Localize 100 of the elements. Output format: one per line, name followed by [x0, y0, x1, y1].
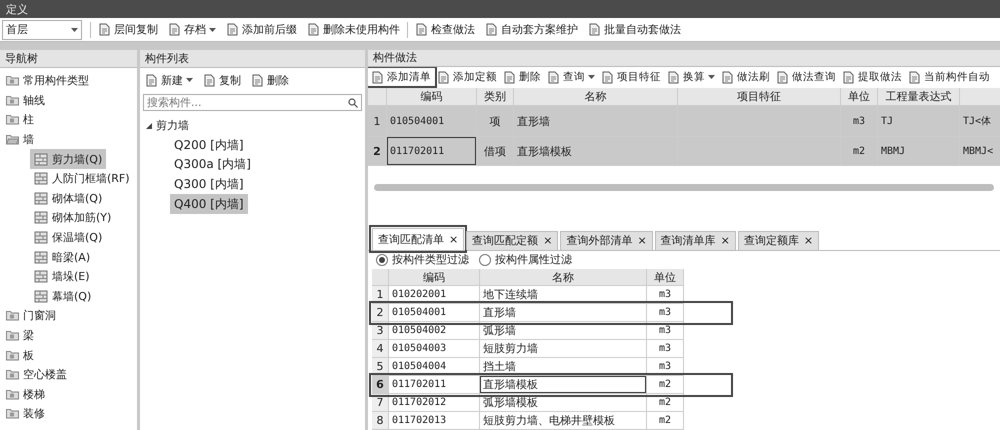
column-header: 工程量表达式 [878, 88, 960, 106]
tab[interactable]: 查询外部清单 × [560, 230, 653, 250]
tree-item[interactable]: Q400 [内墙] [170, 194, 248, 214]
document-icon [145, 74, 158, 86]
toolbar-button[interactable]: 添加定额 [434, 69, 500, 86]
tree-item[interactable]: 常用构件类型 [2, 71, 93, 91]
tree-item[interactable]: 装修 [2, 404, 49, 424]
table-cell: m3 [647, 286, 684, 304]
toolbar-button[interactable]: 项目特征 [598, 69, 664, 86]
tree-item[interactable]: Q200 [内墙] [170, 136, 248, 156]
radio-button[interactable]: 按构件类型过滤 [376, 252, 469, 268]
toolbar-button[interactable]: 删除未使用构件 [302, 21, 405, 38]
table-cell: m2 [647, 412, 684, 430]
toolbar-button[interactable]: 提取做法 [839, 69, 905, 86]
tree-item[interactable]: 板 [2, 345, 38, 365]
tree-item[interactable]: 门窗洞 [2, 306, 60, 326]
table-cell: 挡土墙 [480, 358, 647, 376]
tree-item[interactable]: 人防门框墙(RF) [30, 168, 134, 189]
panel-title: 构件做法 [368, 50, 1000, 67]
tree-item[interactable]: 剪力墙 [142, 116, 193, 136]
close-icon[interactable]: × [449, 232, 458, 246]
tree-item[interactable]: 墙垛(E) [30, 266, 94, 287]
tree-item[interactable]: 砌体加筋(Y) [30, 208, 116, 228]
toolbar-button[interactable]: 层间复制 [93, 21, 163, 38]
folder-icon [6, 388, 19, 400]
tree-item[interactable]: 砌体墙(Q) [30, 188, 106, 208]
toolbar-button[interactable]: 新建 [140, 72, 198, 88]
table-cell: 直形墙 [480, 304, 647, 322]
document-icon [503, 70, 516, 84]
close-icon[interactable]: × [720, 234, 730, 247]
folder-icon [6, 134, 19, 146]
table-cell: 弧形墙模板 [480, 394, 647, 412]
tree-item[interactable]: 暗梁(A) [30, 247, 94, 267]
document-icon [588, 23, 601, 36]
wall-icon [34, 231, 48, 244]
tree-item[interactable]: 轴线 [2, 90, 49, 110]
document-icon [371, 70, 384, 84]
toolbar-button[interactable]: 复制 [198, 72, 246, 88]
folder-icon [6, 369, 19, 380]
toolbar-button[interactable]: 批量自动套做法 [583, 21, 686, 38]
tree-item[interactable]: Q300 [内墙] [170, 174, 248, 194]
tree-item[interactable]: 保温墙(Q) [30, 228, 106, 248]
column-header: 单位 [647, 269, 684, 286]
table-cell: 010504001 [387, 106, 477, 138]
search-field[interactable]: 搜索构件... [143, 94, 362, 111]
expand-triangle-icon[interactable] [146, 122, 152, 129]
radio-button[interactable]: 按构件属性过滤 [479, 252, 572, 268]
tree-item[interactable]: 墙 [2, 130, 38, 150]
toolbar-button[interactable]: 添加前后缀 [221, 21, 302, 38]
row-number: 8 [372, 412, 389, 430]
wall-icon [34, 211, 48, 224]
toolbar-button[interactable]: 添加清单 [368, 69, 434, 86]
close-icon[interactable]: × [543, 234, 552, 247]
tab[interactable]: 查询清单库 × [654, 230, 736, 250]
table-header [372, 269, 389, 286]
close-icon[interactable]: × [637, 234, 647, 247]
wall-icon [34, 290, 48, 303]
window-title: 定义 [0, 0, 1000, 18]
toolbar-button[interactable]: 自动套方案维护 [480, 21, 583, 38]
row-number: 2 [372, 304, 389, 322]
toolbar-button[interactable]: 存档 [163, 21, 221, 38]
table-cell: 地下连续墙 [480, 286, 647, 304]
tree-item[interactable]: 剪力墙(Q) [30, 149, 106, 169]
tab[interactable]: 查询匹配定额 × [466, 230, 558, 250]
tree-item[interactable]: 柱 [2, 110, 38, 130]
tree-item[interactable]: Q300a [内墙] [170, 155, 255, 175]
toolbar-button[interactable]: 查询 [544, 69, 598, 86]
toolbar-button[interactable]: 删除 [500, 69, 544, 86]
column-header: 编码 [387, 88, 477, 106]
toolbar-button[interactable]: 检查做法 [410, 21, 480, 38]
table-cell: 短肢剪力墙 [480, 340, 647, 358]
panel-title: 构件列表 [140, 50, 365, 68]
wall-icon [34, 172, 48, 186]
toolbar-button[interactable]: 换算 [664, 69, 718, 86]
tree-item[interactable]: 楼梯 [2, 384, 49, 404]
table-cell: m2 [841, 137, 878, 166]
tree-item[interactable]: 空心楼盖 [2, 364, 71, 384]
table-cell: 直形墙模板 [480, 376, 647, 394]
toolbar-button[interactable]: 做法刷 [718, 69, 773, 86]
tree-item[interactable]: 幕墙(Q) [30, 286, 96, 306]
caret-icon [71, 28, 78, 32]
table-cell: 短肢剪力墙、电梯井壁模板 [480, 412, 647, 430]
document-icon [485, 23, 498, 36]
document-icon [98, 23, 111, 36]
table-cell: 弧形墙 [480, 322, 647, 340]
scrollbar[interactable] [374, 184, 994, 190]
table-cell: m2 [647, 376, 684, 394]
tree-item[interactable]: 梁 [2, 326, 38, 346]
table-cell: m2 [647, 394, 684, 412]
toolbar-button[interactable]: 删除 [246, 72, 294, 88]
floor-dropdown[interactable]: 首层 [2, 20, 82, 40]
toolbar-button[interactable]: 当前构件自动 [905, 69, 993, 86]
table-cell: 011702011 [387, 137, 477, 166]
tab[interactable]: 查询定额库 × [738, 230, 820, 250]
document-icon [226, 23, 239, 36]
folder-icon [6, 408, 19, 420]
document-icon [908, 70, 921, 84]
document-icon [776, 70, 789, 84]
close-icon[interactable]: × [804, 234, 814, 247]
toolbar-button[interactable]: 做法查询 [773, 69, 839, 86]
